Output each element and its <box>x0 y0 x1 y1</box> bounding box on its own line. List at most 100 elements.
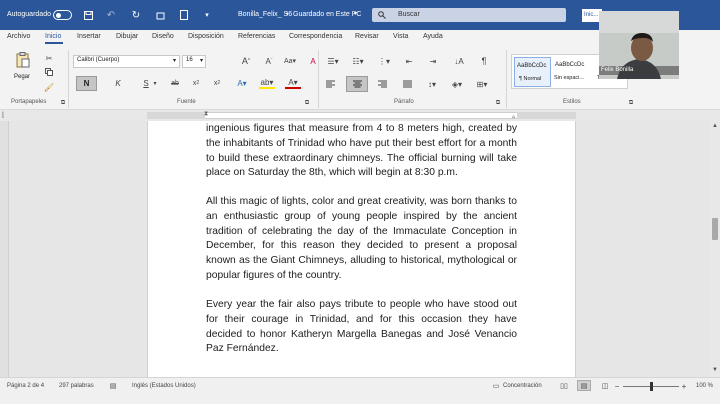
language[interactable]: Inglés (Estados Unidos) <box>132 383 196 389</box>
paste-button[interactable]: Pegar <box>10 51 36 85</box>
scroll-thumb[interactable] <box>712 218 718 240</box>
font-size-select[interactable]: 16 ▾ <box>182 55 206 68</box>
tab-referencias[interactable]: Referencias <box>238 33 275 40</box>
styles-launcher-icon[interactable]: ⧉ <box>627 99 635 107</box>
customize-qat-icon[interactable]: ▾ <box>202 10 212 20</box>
autosave-toggle[interactable] <box>53 10 72 20</box>
bullets-icon[interactable]: ☰▾ <box>326 55 340 67</box>
open-icon[interactable] <box>154 9 166 21</box>
font-name-value: Calibri (Cuerpo) <box>77 57 120 63</box>
active-tab-underline <box>45 42 63 44</box>
line-spacing-icon[interactable]: ↕▾ <box>425 77 439 91</box>
subscript-icon[interactable]: x2 <box>190 77 202 89</box>
change-case-icon[interactable]: Aa▾ <box>283 55 297 67</box>
numbering-icon[interactable]: ☷▾ <box>351 55 365 67</box>
tab-vista[interactable]: Vista <box>393 33 408 40</box>
align-center-icon <box>352 80 362 88</box>
font-name-select[interactable]: Calibri (Cuerpo) ▾ <box>73 55 180 68</box>
web-layout-icon[interactable]: ◫ <box>600 381 610 391</box>
font-color-icon[interactable]: A▾ <box>285 77 301 89</box>
font-size-value: 16 <box>186 57 193 63</box>
clipboard-launcher-icon[interactable]: ⧉ <box>59 99 67 107</box>
zoom-out-icon[interactable]: − <box>613 381 621 391</box>
zoom-slider-thumb[interactable] <box>650 382 653 391</box>
word-count[interactable]: 297 palabras <box>59 383 94 389</box>
highlight-icon[interactable]: ab▾ <box>259 77 275 89</box>
multilevel-list-icon[interactable]: ⋮▾ <box>377 55 391 67</box>
tab-revisar[interactable]: Revisar <box>355 33 379 40</box>
scroll-up-icon[interactable]: ▲ <box>712 123 718 129</box>
chevron-down-icon: ▾ <box>172 58 176 64</box>
undo-icon[interactable]: ↶ <box>105 9 117 21</box>
align-center-button[interactable] <box>346 76 368 92</box>
format-painter-icon[interactable]: 🖌 <box>44 82 54 92</box>
status-dropdown-icon[interactable]: ▾ <box>354 10 357 17</box>
vertical-scrollbar[interactable]: ▲ ▼ <box>710 121 720 377</box>
superscript-icon[interactable]: x2 <box>211 77 223 89</box>
paragraph-2[interactable]: All this magic of lights, color and grea… <box>206 195 517 284</box>
clipboard-icon <box>14 51 32 69</box>
proofing-icon[interactable]: ▤ <box>108 381 118 391</box>
print-layout-icon: ▤ <box>580 382 588 390</box>
font-launcher-icon[interactable]: ⧉ <box>303 99 311 107</box>
status-bar: Página 2 de 4 297 palabras ▤ Inglés (Est… <box>0 377 720 404</box>
borders-icon[interactable]: ⊞▾ <box>475 77 489 91</box>
vertical-ruler <box>0 121 9 377</box>
document-page[interactable]: ingenious figures that measure from 4 to… <box>147 121 576 377</box>
search-icon <box>377 9 387 21</box>
tab-archivo[interactable]: Archivo <box>7 33 30 40</box>
tab-disposicion[interactable]: Disposición <box>188 33 224 40</box>
grow-font-icon[interactable]: A ^ <box>240 55 252 67</box>
decrease-indent-icon[interactable]: ⇤ <box>403 55 415 67</box>
group-styles-label: Estilos <box>563 99 581 105</box>
save-icon[interactable] <box>82 9 94 21</box>
copy-icon[interactable] <box>44 67 54 77</box>
paste-label: Pegar <box>14 74 31 80</box>
document-area: ingenious figures that measure from 4 to… <box>0 121 710 377</box>
shrink-font-icon[interactable]: Aˇ <box>263 55 275 67</box>
search-box[interactable]: Buscar <box>372 8 566 22</box>
underline-dropdown-icon[interactable]: ▾ <box>151 77 159 89</box>
paragraph-1[interactable]: ingenious figures that measure from 4 to… <box>206 122 517 181</box>
justify-icon[interactable] <box>400 77 414 91</box>
doc-icon[interactable] <box>178 9 190 21</box>
italic-button[interactable]: K <box>112 77 124 89</box>
right-indent-marker-icon[interactable]: ▵ <box>512 113 515 120</box>
paragraph-3[interactable]: Every year the fair also pays tribute to… <box>206 298 517 357</box>
strikethrough-icon[interactable]: ab <box>169 77 181 89</box>
style-no-spacing[interactable]: AaBbCcDc Sin espaci... <box>553 57 590 87</box>
document-title: Bonilla_Felix_ S6 <box>238 11 293 18</box>
page-count[interactable]: Página 2 de 4 <box>7 383 44 389</box>
sort-icon[interactable]: ↓A <box>453 55 465 67</box>
tab-inicio[interactable]: Inicio <box>45 33 61 40</box>
bold-button[interactable]: N <box>76 76 97 91</box>
group-font-label: Fuente <box>177 99 196 105</box>
tab-dibujar[interactable]: Dibujar <box>116 33 138 40</box>
tab-correspondencia[interactable]: Correspondencia <box>289 33 342 40</box>
tab-selector-icon[interactable]: ⌊ <box>2 111 5 119</box>
style-normal[interactable]: AaBbCcDc ¶ Normal <box>514 57 551 87</box>
tab-insertar[interactable]: Insertar <box>77 33 101 40</box>
save-status: Guardado en Este PC <box>293 11 362 18</box>
scroll-down-icon[interactable]: ▼ <box>712 367 718 373</box>
focus-icon[interactable]: ▭ <box>491 381 501 391</box>
show-marks-icon[interactable]: ¶ <box>478 55 490 67</box>
shading-icon[interactable]: ◈▾ <box>450 77 464 91</box>
redo-icon[interactable]: ↻ <box>130 9 142 21</box>
cut-icon[interactable]: ✂ <box>44 53 54 63</box>
read-mode-icon[interactable]: ▯▯ <box>558 381 570 391</box>
horizontal-ruler[interactable]: ⧗ ▵ ⌊ <box>0 110 720 121</box>
group-clipboard-label: Portapapeles <box>11 99 47 105</box>
zoom-in-icon[interactable]: + <box>680 381 688 391</box>
align-right-icon[interactable] <box>375 77 389 91</box>
zoom-level[interactable]: 100 % <box>696 383 713 389</box>
tab-diseno[interactable]: Diseño <box>152 33 174 40</box>
text-effects-icon[interactable]: A▾ <box>234 77 250 89</box>
increase-indent-icon[interactable]: ⇥ <box>427 55 439 67</box>
indent-marker-icon[interactable]: ⧗ <box>204 111 208 118</box>
webcam-overlay: Felix Bonilla <box>599 11 679 79</box>
paragraph-launcher-icon[interactable]: ⧉ <box>494 99 502 107</box>
tab-ayuda[interactable]: Ayuda <box>423 33 443 40</box>
focus-mode[interactable]: Concentración <box>503 383 542 389</box>
align-left-icon[interactable] <box>323 77 337 91</box>
